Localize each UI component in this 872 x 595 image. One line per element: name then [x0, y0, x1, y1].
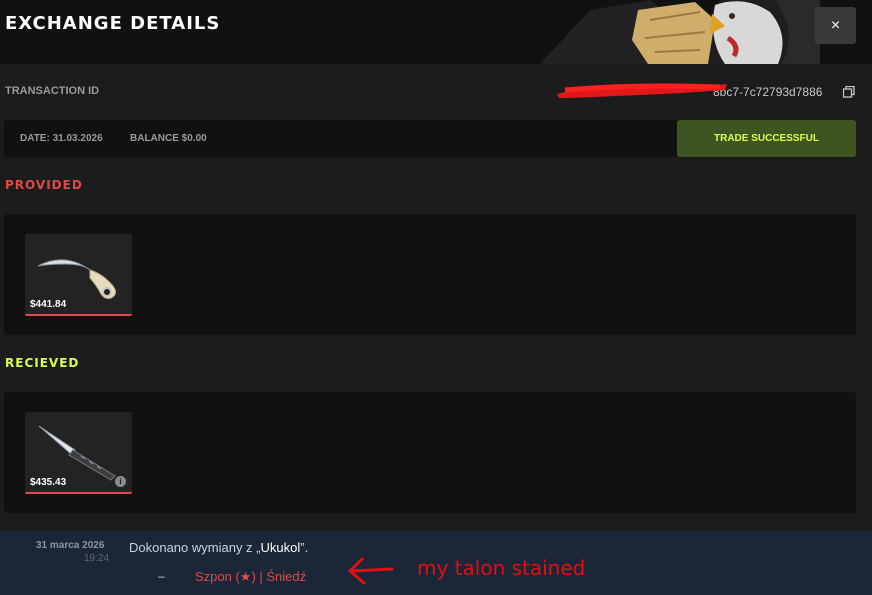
- annotation-text: my talon stained: [417, 556, 586, 580]
- skeleton-knife-icon: [38, 425, 116, 481]
- trade-status-badge: TRADE SUCCESSFUL: [677, 120, 856, 157]
- karambit-icon: [37, 259, 117, 299]
- steam-trade-notice: 31 marca 2026 19:24 Dokonano wymiany z „…: [0, 531, 872, 595]
- trade-date: DATE: 31.03.2026: [20, 133, 103, 144]
- provided-section-title: PROVIDED: [5, 178, 83, 192]
- item-dash: –: [158, 569, 165, 583]
- notice-date: 31 marca 2026: [36, 540, 105, 551]
- info-icon[interactable]: i: [115, 476, 126, 487]
- received-item-card[interactable]: $435.43 i: [25, 412, 132, 494]
- annotation-arrow-icon: [348, 557, 394, 585]
- redaction-scribble: [557, 83, 727, 98]
- notice-message-prefix: Dokonano wymiany z „: [129, 540, 261, 555]
- copy-icon[interactable]: [843, 86, 855, 98]
- received-items-panel: $435.43 i: [4, 392, 856, 513]
- trade-balance: BALANCE $0.00: [130, 133, 207, 144]
- traded-item-name[interactable]: Szpon (★) | Śniedź: [195, 569, 306, 585]
- trade-info-bar: DATE: 31.03.2026 BALANCE $0.00 TRADE SUC…: [4, 120, 856, 157]
- provided-item-price: $441.84: [30, 299, 67, 310]
- exchange-details-modal: EXCHANGE DETAILS × TRANSACTION ID 8bc7-7…: [0, 0, 872, 531]
- close-button[interactable]: ×: [815, 7, 856, 44]
- notice-message-suffix: ”.: [300, 540, 309, 555]
- modal-header: EXCHANGE DETAILS ×: [0, 0, 872, 64]
- eagle-banner-art-icon: [540, 0, 820, 64]
- trade-partner-link[interactable]: Ukukol: [261, 540, 301, 555]
- received-item-price: $435.43: [30, 477, 67, 488]
- modal-title: EXCHANGE DETAILS: [5, 13, 221, 34]
- transaction-id-label: TRANSACTION ID: [5, 85, 100, 97]
- provided-item-card[interactable]: $441.84: [25, 234, 132, 316]
- provided-items-panel: $441.84: [4, 214, 856, 335]
- notice-time: 19:24: [84, 553, 110, 564]
- notice-message: Dokonano wymiany z „Ukukol”.: [129, 540, 308, 555]
- received-section-title: RECIEVED: [5, 356, 80, 370]
